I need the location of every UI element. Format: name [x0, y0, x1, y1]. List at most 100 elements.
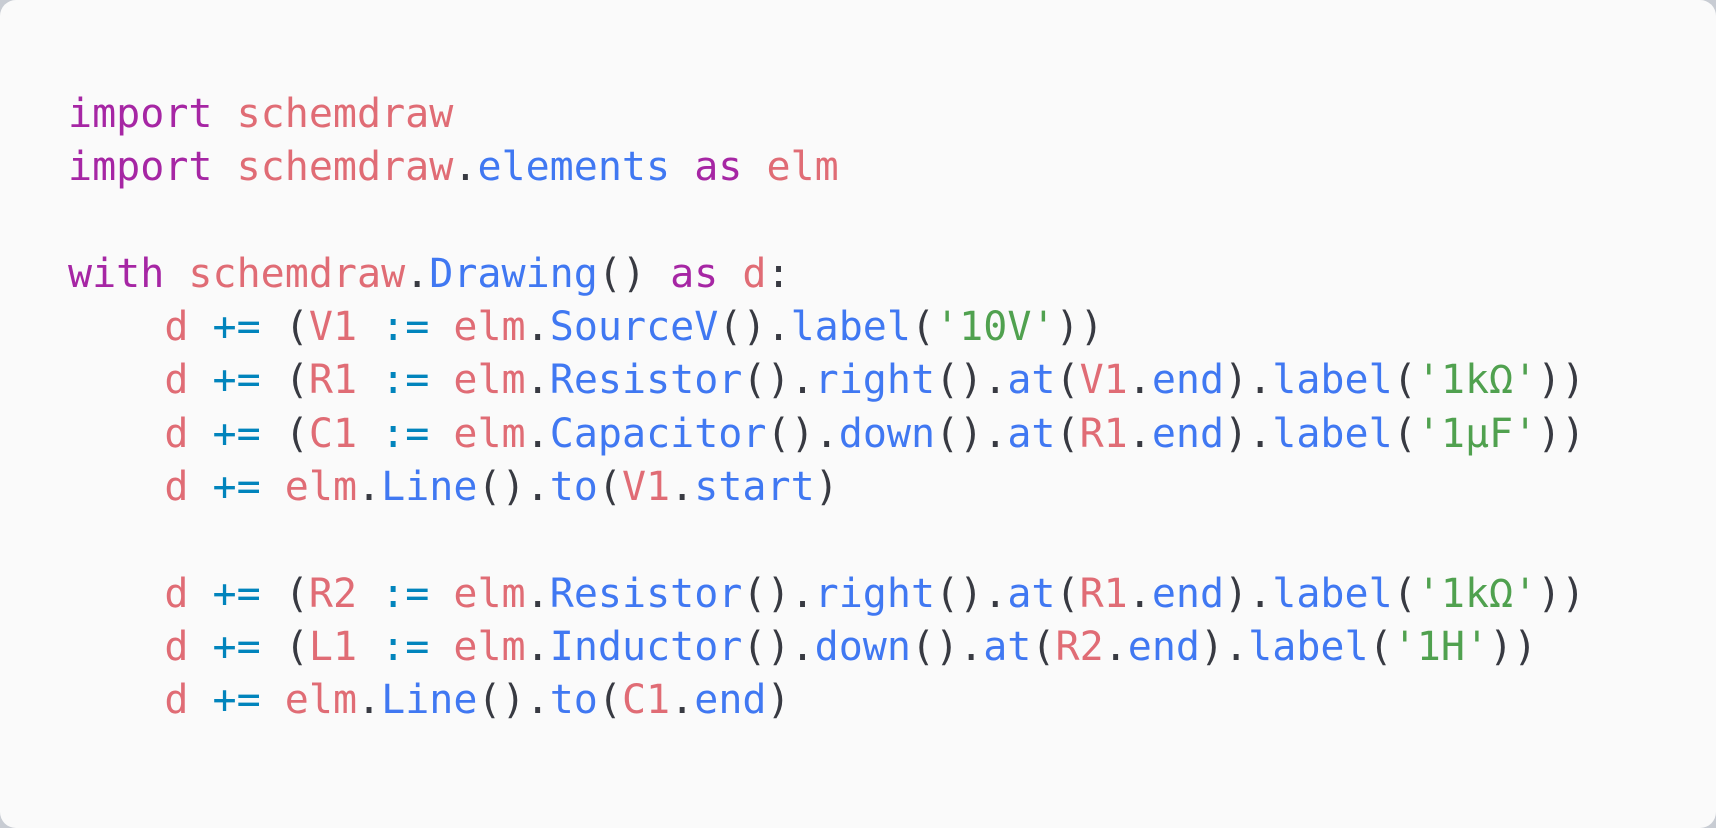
code-token: +=: [212, 570, 261, 617]
code-token: :: [766, 250, 791, 297]
code-token: Line: [381, 464, 478, 511]
code-token: d: [164, 357, 189, 404]
code-token: at: [1007, 570, 1056, 617]
code-token: to: [549, 464, 598, 511]
code-token: right: [814, 570, 936, 617]
code-token: ().: [935, 570, 1008, 617]
code-token: :=: [381, 570, 430, 617]
code-token: V1: [621, 464, 671, 511]
code-token: end: [1151, 357, 1225, 404]
code-token: R1: [1079, 410, 1128, 457]
code-token: import: [68, 144, 213, 191]
code-token: .: [525, 623, 550, 670]
code-token: '1kΩ': [1416, 357, 1538, 404]
code-token: end: [1151, 410, 1225, 457]
code-token: end: [1151, 570, 1225, 617]
code-line: ​: [68, 514, 1585, 567]
code-token: '1H': [1392, 623, 1490, 670]
code-token: +=: [212, 677, 261, 724]
code-token: SourceV: [549, 304, 719, 351]
code-token: R1: [1079, 570, 1128, 617]
code-snippet-card: import schemdraw import schemdraw.element…: [0, 0, 1716, 828]
code-token: d: [164, 623, 189, 670]
code-line: d += (C1 := elm.Capacitor().down().at(R1…: [68, 408, 1585, 461]
code-token: as: [670, 250, 719, 297]
code-token: import: [68, 91, 213, 137]
code-line: import schemdraw.elements as elm: [68, 141, 1585, 194]
code-token: R1: [308, 357, 358, 404]
code-token: )): [1537, 570, 1586, 617]
code-token: (: [260, 304, 309, 351]
code-line: d += (V1 := elm.SourceV().label('10V')): [68, 301, 1585, 354]
code-token: L1: [308, 623, 358, 670]
code-token: R2: [308, 570, 358, 617]
code-token: :=: [381, 304, 430, 351]
code-token: ().: [935, 357, 1008, 404]
code-token: +=: [212, 623, 261, 670]
code-line: d += elm.Line().to(V1.start): [68, 461, 1585, 514]
code-token: .: [405, 250, 430, 297]
code-token: ().: [935, 410, 1008, 457]
code-token: (: [260, 357, 309, 404]
code-token: elm: [453, 357, 526, 404]
code-token: C1: [621, 677, 671, 724]
code-token: ().: [718, 304, 791, 351]
code-block: import schemdraw import schemdraw.element…: [68, 88, 1585, 728]
code-token: schemdraw: [236, 144, 454, 191]
code-token: elm: [453, 410, 526, 457]
code-token: C1: [308, 410, 358, 457]
code-token: (: [597, 677, 622, 724]
code-token: (: [260, 570, 309, 617]
code-token: .: [670, 464, 695, 511]
code-token: .: [525, 570, 550, 617]
code-token: (: [1055, 570, 1080, 617]
code-token: d: [742, 250, 767, 297]
code-token: :=: [381, 357, 430, 404]
code-token: to: [549, 677, 598, 724]
code-token: R2: [1055, 623, 1104, 670]
code-token: start: [694, 464, 815, 511]
code-token: ().: [477, 464, 550, 511]
code-token: (: [1031, 623, 1056, 670]
code-line: d += elm.Line().to(C1.end): [68, 674, 1585, 727]
code-token: .: [670, 677, 695, 724]
code-token: .: [357, 677, 382, 724]
code-token: (: [1392, 570, 1417, 617]
code-token: .: [1103, 623, 1128, 670]
code-token: +=: [212, 410, 261, 457]
code-token: Resistor: [549, 570, 743, 617]
code-token: )): [1055, 304, 1104, 351]
code-token: label: [1248, 623, 1369, 670]
code-token: .: [453, 144, 478, 191]
code-token: )): [1537, 357, 1586, 404]
code-token: ): [766, 677, 791, 724]
code-token: ).: [1224, 570, 1273, 617]
code-token: elm: [453, 570, 526, 617]
code-token: label: [1272, 410, 1393, 457]
code-token: d: [164, 464, 189, 511]
code-token: elm: [284, 464, 358, 511]
code-line: import schemdraw: [68, 88, 1585, 141]
code-token: +=: [212, 464, 261, 511]
code-token: ).: [1224, 410, 1273, 457]
code-line: d += (R1 := elm.Resistor().right().at(V1…: [68, 354, 1585, 407]
code-token: ().: [742, 357, 815, 404]
code-token: (): [597, 250, 671, 297]
code-token: schemdraw: [236, 91, 454, 137]
code-token: )): [1537, 410, 1586, 457]
code-token: Line: [381, 677, 478, 724]
